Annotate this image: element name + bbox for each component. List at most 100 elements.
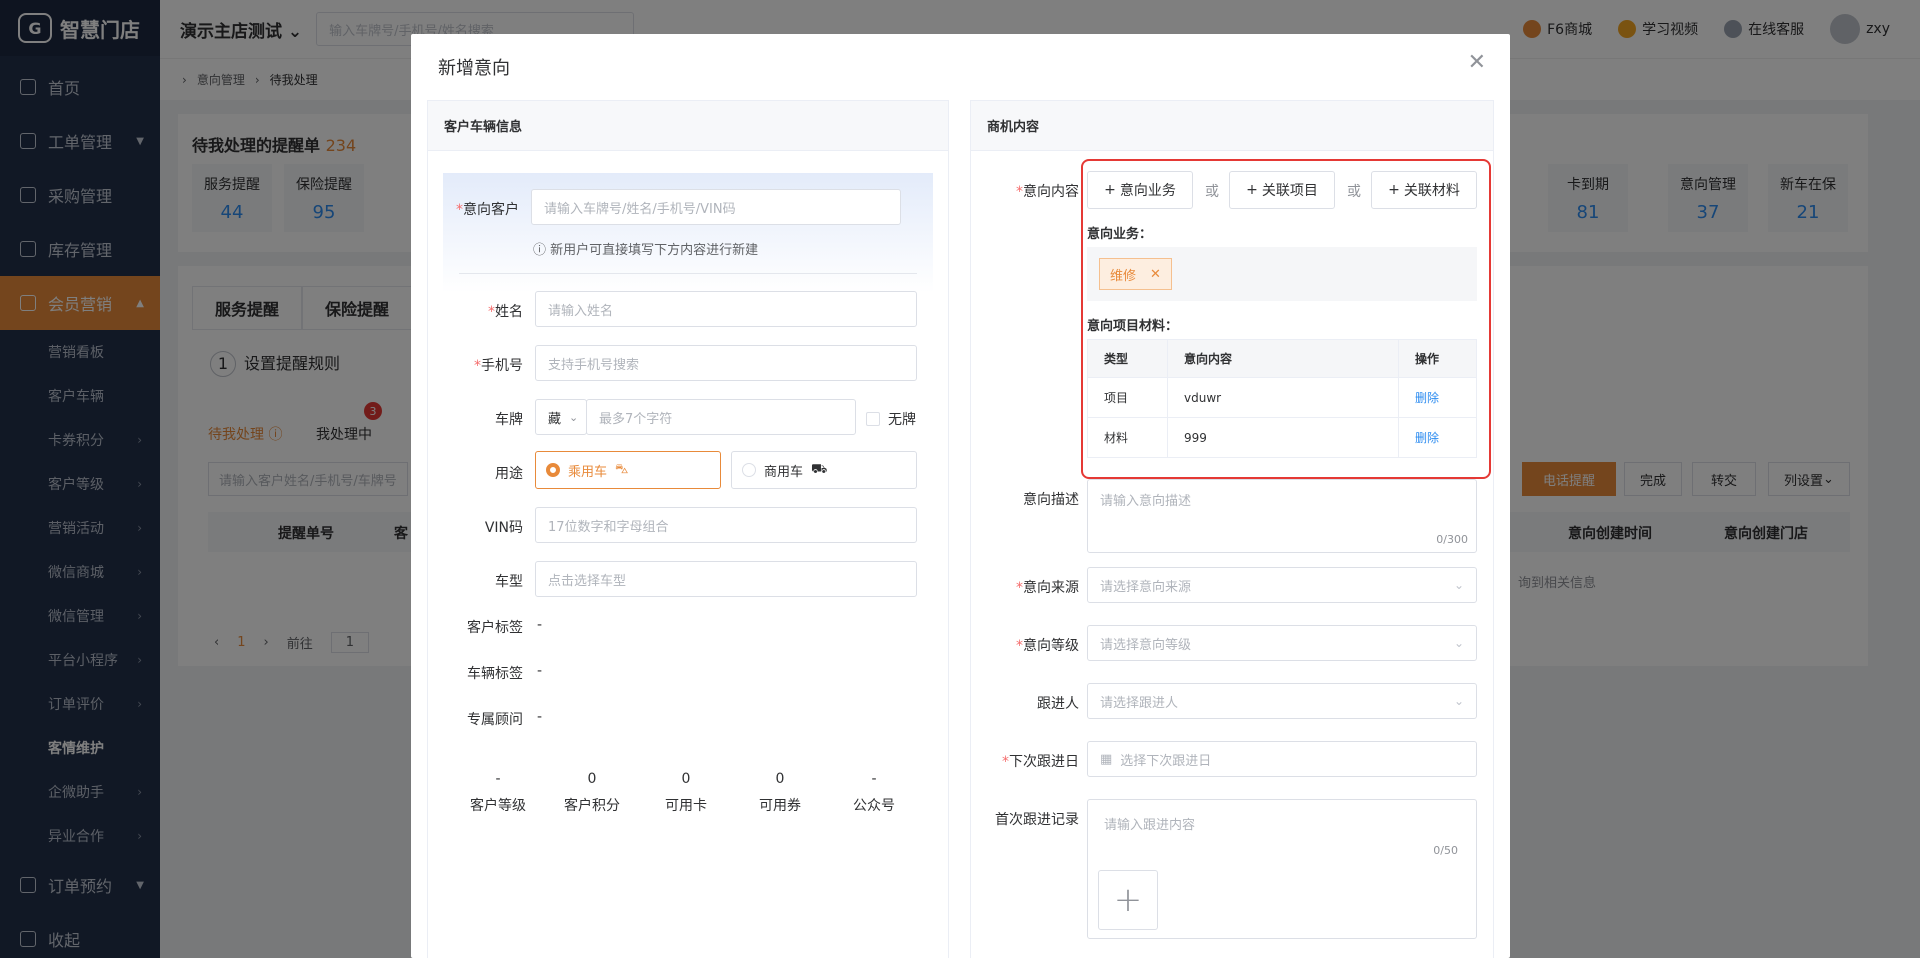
calendar-icon: ▦: [1100, 751, 1113, 767]
column-header: 类型: [1087, 339, 1168, 378]
car-icon: ⛍: [615, 461, 629, 477]
table-cell: vduwr: [1167, 377, 1399, 418]
content-label: *意向内容: [1016, 184, 1079, 200]
vehicle-tag-value: -: [537, 663, 543, 679]
usage-commercial-radio[interactable]: 商用车 ⛟: [731, 451, 917, 489]
link-material-button[interactable]: + 关联材料: [1371, 171, 1477, 209]
follower-select[interactable]: 请选择跟进人 ⌄: [1087, 683, 1477, 719]
next-date-picker[interactable]: ▦ 选择下次跟进日: [1087, 741, 1477, 777]
stat-label: 客户积分: [564, 798, 620, 814]
stat-label: 可用卡: [665, 798, 707, 814]
customer-tag-value: -: [537, 617, 543, 633]
char-count: 0/50: [1433, 844, 1458, 857]
placeholder: 请输入跟进内容: [1104, 818, 1196, 833]
advisor-value: -: [537, 709, 543, 725]
radio-checked-icon: [546, 463, 560, 477]
first-record-label: 首次跟进记录: [995, 812, 1079, 828]
link-project-button[interactable]: + 关联项目: [1229, 171, 1335, 209]
no-plate-checkbox[interactable]: 无牌: [866, 409, 916, 429]
add-intention-dialog: 新增意向 ✕ 客户车辆信息 *意向客户 请输入车牌号/姓名/手机号/VIN码 ⓘ…: [411, 34, 1510, 958]
chevron-down-icon: ⌄: [1453, 578, 1464, 592]
customer-search-input[interactable]: 请输入车牌号/姓名/手机号/VIN码: [531, 189, 901, 225]
plate-input[interactable]: 最多7个字符: [586, 399, 856, 435]
customer-points-stat[interactable]: 0 客户积分: [552, 751, 632, 835]
upload-image-button[interactable]: +: [1098, 870, 1158, 930]
usage-passenger-radio[interactable]: 乘用车 ⛍: [535, 451, 721, 489]
customer-label: *意向客户: [456, 202, 519, 218]
panel-header: 客户车辆信息: [428, 101, 948, 151]
follower-label: 跟进人: [1037, 696, 1079, 712]
radio-label: 乘用车: [568, 464, 608, 480]
business-title: 意向业务：: [1087, 227, 1153, 242]
vin-label: VIN码: [484, 520, 523, 536]
close-icon[interactable]: ✕: [1468, 50, 1486, 75]
customer-level-stat[interactable]: - 客户等级: [458, 751, 538, 835]
plate-label: 车牌: [495, 412, 523, 428]
new-user-hint: ⓘ 新用户可直接填写下方内容进行新建: [533, 243, 759, 258]
table-cell: 删除: [1398, 377, 1477, 418]
opportunity-panel: 商机内容 *意向内容 + 意向业务 或 + 关联项目 或 + 关联材料 意向业务： 维…: [970, 100, 1494, 958]
model-select[interactable]: 点击选择车型: [535, 561, 917, 597]
model-label: 车型: [495, 574, 523, 590]
chevron-down-icon: ⌄: [1453, 694, 1464, 708]
phone-input[interactable]: 支持手机号搜索: [535, 345, 917, 381]
delete-link[interactable]: 删除: [1415, 391, 1439, 405]
placeholder: 请输入意向描述: [1100, 494, 1192, 509]
available-cards-stat[interactable]: 0 可用卡: [646, 751, 726, 835]
column-header: 操作: [1398, 339, 1477, 378]
business-tag: 维修 ✕: [1099, 258, 1172, 290]
table-cell: 材料: [1087, 417, 1168, 458]
add-business-button[interactable]: + 意向业务: [1087, 171, 1193, 209]
column-header: 意向内容: [1167, 339, 1399, 378]
panel-header: 商机内容: [971, 101, 1493, 151]
table-cell: 999: [1167, 417, 1399, 458]
stat-label: 公众号: [853, 798, 895, 814]
desc-textarea[interactable]: 请输入意向描述 0/300: [1087, 479, 1477, 553]
plus-icon: +: [1113, 880, 1143, 920]
customer-tag-label: 客户标签: [467, 620, 523, 636]
or-text: 或: [1205, 184, 1219, 200]
customer-vehicle-panel: 客户车辆信息 *意向客户 请输入车牌号/姓名/手机号/VIN码 ⓘ 新用户可直接…: [427, 100, 949, 958]
source-label: *意向来源: [1016, 580, 1079, 596]
name-label: *姓名: [488, 304, 523, 320]
dialog-title: 新增意向: [438, 58, 510, 79]
radio-icon: [742, 463, 756, 477]
table-cell: 项目: [1087, 377, 1168, 418]
or-text: 或: [1347, 184, 1361, 200]
plus-icon: +: [1104, 182, 1116, 198]
table-cell: 删除: [1398, 417, 1477, 458]
char-count: 0/300: [1436, 533, 1468, 546]
materials-table: 类型 意向内容 操作 项目 vduwr 删除 材料 999 删除: [1087, 339, 1477, 458]
official-account-stat[interactable]: - 公众号: [834, 751, 914, 835]
stat-value: 0: [681, 771, 691, 787]
next-date-label: *下次跟进日: [1002, 754, 1079, 770]
source-select[interactable]: 请选择意向来源 ⌄: [1087, 567, 1477, 603]
vin-input[interactable]: 17位数字和字母组合: [535, 507, 917, 543]
phone-label: *手机号: [474, 358, 523, 374]
radio-label: 商用车: [764, 464, 804, 480]
customer-info-card: *意向客户 请输入车牌号/姓名/手机号/VIN码 ⓘ 新用户可直接填写下方内容进…: [443, 173, 933, 839]
delete-link[interactable]: 删除: [1415, 431, 1439, 445]
name-input[interactable]: 请输入姓名: [535, 291, 917, 327]
advisor-label: 专属顾问: [467, 712, 523, 728]
stat-value: 0: [587, 771, 597, 787]
chevron-down-icon: ⌄: [1453, 636, 1464, 650]
no-plate-label: 无牌: [888, 412, 916, 428]
table-header-row: 类型 意向内容 操作: [1087, 339, 1477, 378]
stat-value: -: [871, 771, 877, 787]
chevron-down-icon: ⌄: [569, 410, 579, 424]
button-label: 意向业务: [1119, 183, 1176, 199]
plate-prefix-select[interactable]: 藏 ⌄: [535, 399, 587, 435]
info-icon: ⓘ: [533, 243, 547, 258]
stat-value: 0: [775, 771, 785, 787]
button-label: 关联材料: [1403, 183, 1460, 199]
first-record-textarea[interactable]: 请输入跟进内容 0/50 +: [1087, 799, 1477, 939]
divider: [459, 273, 917, 274]
desc-label: 意向描述: [1023, 492, 1079, 508]
close-icon[interactable]: ✕: [1150, 267, 1161, 282]
stat-value: -: [495, 771, 501, 787]
table-row: 项目 vduwr 删除: [1087, 377, 1477, 418]
available-coupons-stat[interactable]: 0 可用券: [740, 751, 820, 835]
level-select[interactable]: 请选择意向等级 ⌄: [1087, 625, 1477, 661]
checkbox-box: [866, 412, 880, 426]
